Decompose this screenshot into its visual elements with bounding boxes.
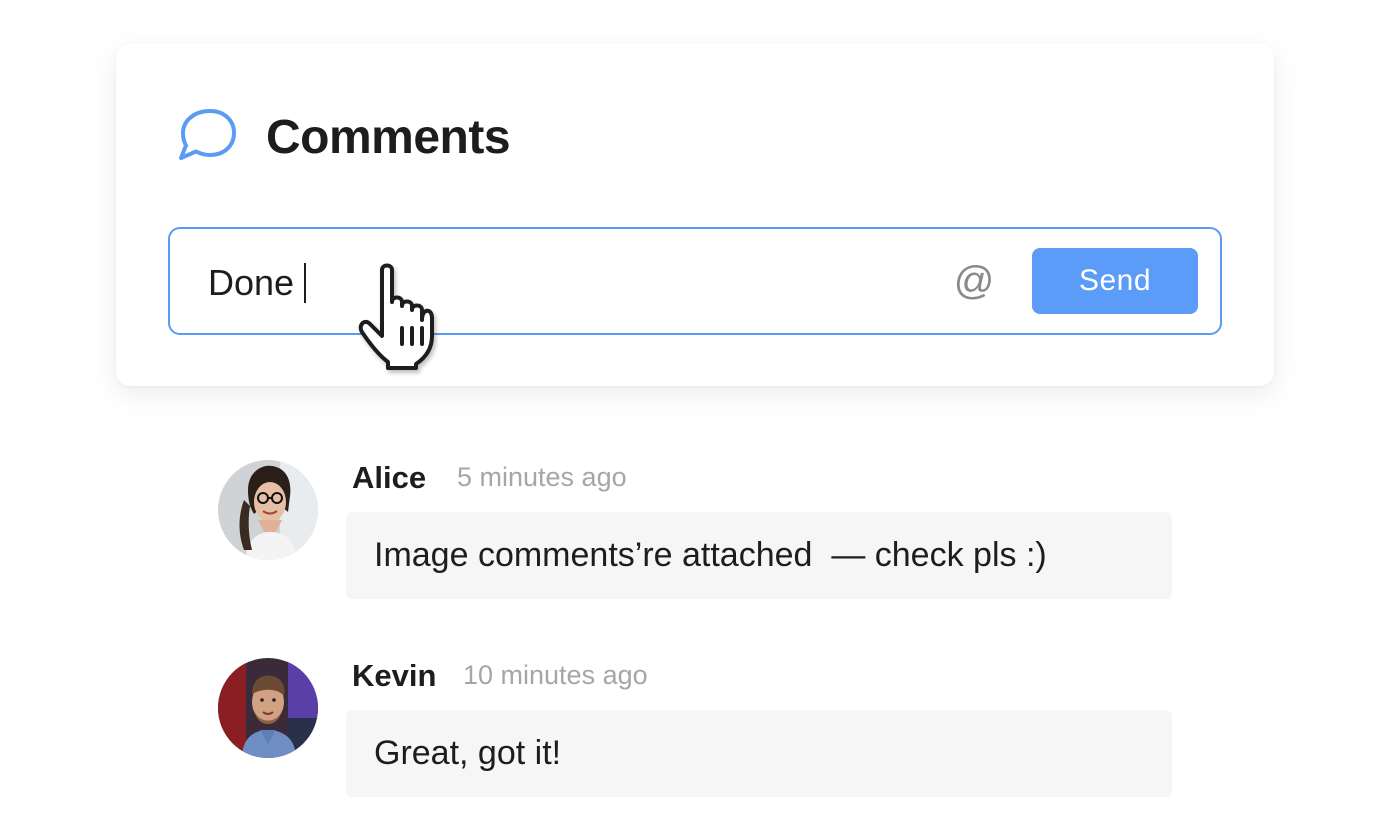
avatar-kevin[interactable]	[218, 658, 318, 758]
comment-author[interactable]: Alice	[352, 460, 426, 496]
comment-author[interactable]: Kevin	[352, 658, 436, 694]
comment-input[interactable]: Done @ Send	[168, 227, 1222, 335]
comment-input-text: Done	[208, 262, 295, 303]
speech-bubble-icon	[179, 109, 236, 160]
comments-card: Comments Done @ Send	[116, 44, 1274, 386]
page-title: Comments	[266, 110, 511, 164]
comment-bubble: Image comments’re attached — check pls :…	[346, 512, 1172, 599]
avatar-alice[interactable]	[218, 460, 318, 560]
send-button[interactable]: Send	[1032, 248, 1198, 314]
avatar-image	[218, 460, 318, 560]
comment-timestamp: 5 minutes ago	[457, 462, 627, 492]
comment-timestamp: 10 minutes ago	[463, 660, 648, 690]
comment-bubble: Great, got it!	[346, 710, 1172, 797]
text-caret	[304, 263, 307, 303]
comment-input-value[interactable]: Done	[208, 262, 307, 304]
card-header: Comments	[176, 106, 511, 168]
mention-button[interactable]: @	[950, 257, 998, 305]
hand-pointer-cursor-icon	[358, 263, 434, 370]
avatar-image	[218, 658, 318, 758]
